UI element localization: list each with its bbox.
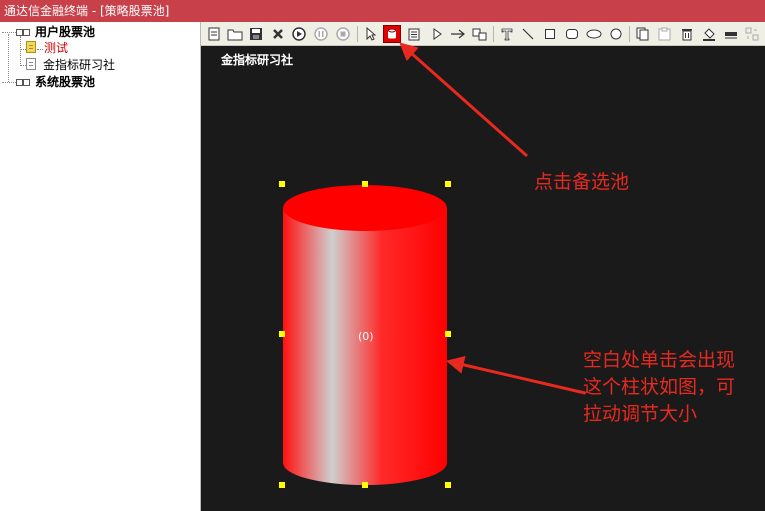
save-icon[interactable] <box>247 25 265 43</box>
fill-icon[interactable] <box>700 25 718 43</box>
pause-icon[interactable] <box>312 25 330 43</box>
window-title-bar: 通达信金融终端 - [策略股票池] <box>0 0 765 22</box>
resize-handle-top[interactable] <box>362 181 368 187</box>
tree-item-test[interactable]: 测试 <box>44 40 68 57</box>
tree-item-user-pool[interactable]: 用户股票池 <box>35 24 95 41</box>
tree-node-toggle-icon[interactable] <box>16 29 30 36</box>
rounded-rect-icon[interactable] <box>563 25 581 43</box>
resize-handle-right[interactable] <box>445 331 451 337</box>
play-icon[interactable] <box>290 25 308 43</box>
tree-item-jinzhibiao[interactable]: 金指标研习社 <box>43 57 115 74</box>
stock-pool-tree[interactable]: 用户股票池 测试 金指标研习社 系统股票池 <box>0 22 201 511</box>
resize-handle-top-right[interactable] <box>445 181 451 187</box>
annotation-click-pool: 点击备选池 <box>534 171 630 193</box>
window-title: 通达信金融终端 - [策略股票池] <box>4 4 170 18</box>
select-arrow-icon[interactable] <box>362 25 380 43</box>
arrow-icon[interactable] <box>449 25 467 43</box>
tree-item-system-pool[interactable]: 系统股票池 <box>35 74 95 91</box>
stop-icon[interactable] <box>334 25 352 43</box>
trash-icon[interactable] <box>678 25 696 43</box>
line-width-icon[interactable] <box>722 25 740 43</box>
resize-handle-bottom[interactable] <box>362 482 368 488</box>
circle-icon[interactable] <box>607 25 625 43</box>
stock-pool-icon[interactable] <box>383 25 401 43</box>
cylinder-shape[interactable] <box>201 46 765 511</box>
line-icon[interactable] <box>519 25 537 43</box>
resize-handle-top-left[interactable] <box>279 181 285 187</box>
triangle-icon[interactable] <box>428 25 446 43</box>
paste-icon[interactable] <box>656 25 674 43</box>
open-folder-icon[interactable] <box>226 25 244 43</box>
link-icon[interactable] <box>471 25 489 43</box>
align-icon[interactable] <box>743 25 761 43</box>
ellipse-icon[interactable] <box>585 25 603 43</box>
pool-file-icon <box>26 58 36 70</box>
annotation-line-1: 空白处单击会出现 <box>583 349 736 371</box>
resize-handle-left[interactable] <box>279 331 285 337</box>
resize-handle-bottom-right[interactable] <box>445 482 451 488</box>
copy-icon[interactable] <box>634 25 652 43</box>
cylinder-value-label: (0) <box>358 330 374 343</box>
annotation-line-3: 拉动调节大小 <box>583 403 698 425</box>
text-icon[interactable] <box>498 25 516 43</box>
tree-node-toggle-icon[interactable] <box>16 79 30 86</box>
list-icon[interactable] <box>405 25 423 43</box>
pool-file-icon <box>26 41 36 53</box>
new-doc-icon[interactable] <box>205 25 223 43</box>
annotation-line-2: 这个柱状如图，可 <box>583 376 736 398</box>
drawing-toolbar <box>201 22 765 46</box>
strategy-canvas[interactable]: 金指标研习社 (0) <box>201 46 765 511</box>
resize-handle-bottom-left[interactable] <box>279 482 285 488</box>
delete-icon[interactable] <box>269 25 287 43</box>
rectangle-icon[interactable] <box>541 25 559 43</box>
